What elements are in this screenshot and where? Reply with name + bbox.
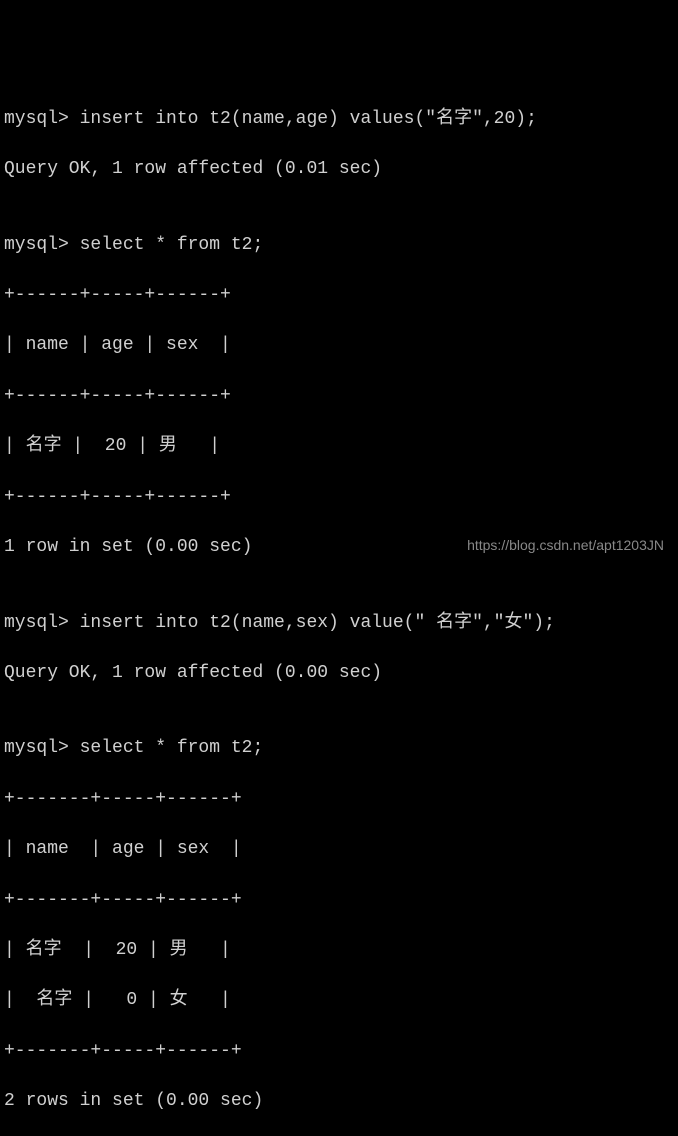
terminal-line: mysql> insert into t2(name,age) values("…	[4, 107, 674, 132]
table-row: | 名字 | 20 | 男 |	[4, 938, 674, 963]
terminal-line: mysql> select * from t2;	[4, 233, 674, 258]
terminal-line: mysql> select * from t2;	[4, 736, 674, 761]
table-border: +-------+-----+------+	[4, 1039, 674, 1064]
table-row: | 名字 | 20 | 男 |	[4, 434, 674, 459]
watermark-text: https://blog.csdn.net/apt1203JN	[467, 536, 664, 556]
table-border: +-------+-----+------+	[4, 888, 674, 913]
terminal-line: Query OK, 1 row affected (0.01 sec)	[4, 157, 674, 182]
table-border: +------+-----+------+	[4, 485, 674, 510]
terminal-line: mysql> insert into t2(name,sex) value(" …	[4, 611, 674, 636]
table-border: +------+-----+------+	[4, 384, 674, 409]
table-border: +------+-----+------+	[4, 283, 674, 308]
terminal-line: 2 rows in set (0.00 sec)	[4, 1089, 674, 1114]
table-header: | name | age | sex |	[4, 333, 674, 358]
table-header: | name | age | sex |	[4, 837, 674, 862]
terminal-line: Query OK, 1 row affected (0.00 sec)	[4, 661, 674, 686]
table-row: | 名字 | 0 | 女 |	[4, 988, 674, 1013]
table-border: +-------+-----+------+	[4, 787, 674, 812]
